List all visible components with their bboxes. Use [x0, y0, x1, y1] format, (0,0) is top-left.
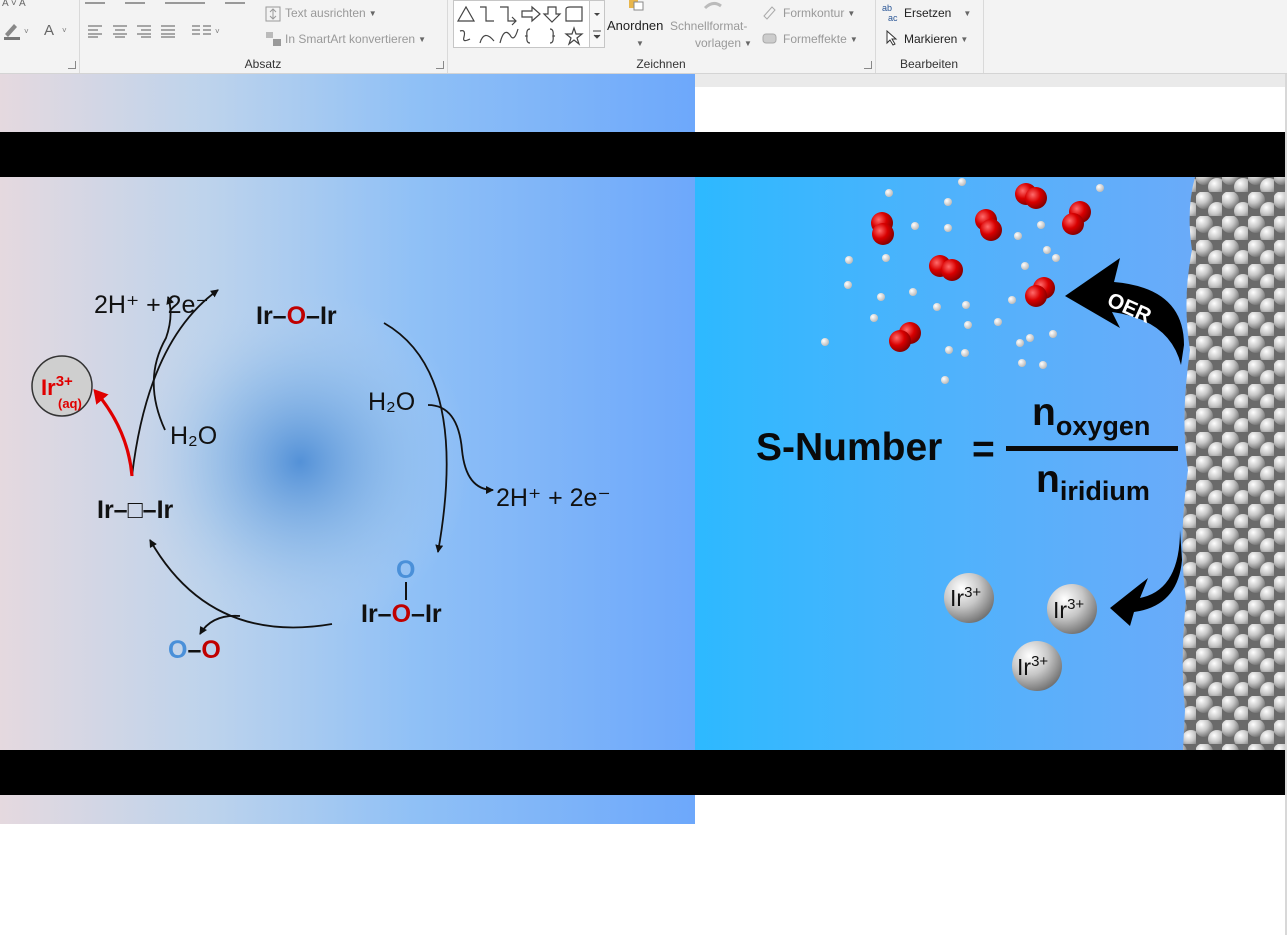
paragraph-group-label: Absatz — [244, 57, 282, 71]
drawing-group-label: Zeichnen — [636, 57, 686, 71]
quickstyles-label-1[interactable]: Schnellformat- — [670, 19, 747, 33]
editing-group: ab ac Ersetzen ▼ Markieren ▼ Bearbeiten — [875, 0, 984, 73]
columns-icon[interactable]: ˅ — [191, 24, 223, 38]
ir-o-ir-bottom-left: Ir– — [361, 600, 392, 628]
justify-icon[interactable] — [160, 24, 176, 38]
replace-label[interactable]: Ersetzen — [904, 6, 951, 20]
ir-aq-sub: (aq) — [58, 396, 82, 411]
water-left: H₂O — [170, 422, 217, 450]
ion-1-charge: 3+ — [964, 584, 981, 601]
paragraph-dialog-launcher[interactable] — [436, 61, 444, 69]
formula-equals: = — [972, 428, 995, 471]
peroxo-o: O — [396, 556, 415, 584]
align-center-icon[interactable] — [112, 24, 128, 38]
font-color-icon[interactable]: A ˅ — [42, 20, 72, 40]
svg-text:˅: ˅ — [215, 27, 220, 36]
text-align-label[interactable]: Text ausrichten — [285, 6, 366, 20]
letterbox-top — [0, 132, 1287, 177]
formula-num-sub: oxygen — [1056, 411, 1151, 441]
replace-icon[interactable]: abac — [882, 3, 902, 23]
oxygen-dash: – — [187, 636, 201, 664]
oxygen-o1: O — [168, 636, 187, 664]
svg-text:˅: ˅ — [24, 27, 29, 36]
replace-icon-text-1: ab — [882, 3, 892, 13]
formula-den-sub: iridium — [1060, 476, 1150, 506]
highlight-icon[interactable]: ˅ — [2, 20, 34, 40]
shapes-gallery[interactable] — [453, 0, 605, 48]
svg-text:˅: ˅ — [62, 26, 67, 35]
shapes-icons — [456, 5, 584, 46]
smartart-label[interactable]: In SmartArt konvertieren — [285, 32, 415, 46]
ion-2-charge: 3+ — [1067, 596, 1084, 613]
drawing-group: Anordnen ▼ Schnellformat- vorlagen ▼ Form… — [447, 0, 876, 73]
products-top: 2H⁺ + 2e⁻ — [94, 291, 209, 319]
gallery-scroll[interactable] — [589, 1, 604, 47]
oxygen-molecule: O–O — [168, 636, 221, 664]
vacancy-label: Ir–□–Ir — [97, 496, 174, 524]
ion-1-main: Ir — [950, 585, 964, 611]
select-label[interactable]: Markieren — [904, 32, 957, 46]
formula-num-n: n — [1032, 391, 1056, 434]
align-left-icon[interactable] — [87, 24, 103, 38]
ir-aq-main: Ir — [41, 375, 56, 400]
ir-aq-charge: 3+ — [56, 373, 73, 390]
ir-o-ir-bottom-o: O — [392, 600, 411, 628]
drawing-dialog-launcher[interactable] — [864, 61, 872, 69]
arrange-icon[interactable] — [625, 0, 647, 12]
ir-o-ir-bottom: Ir–O–Ir — [361, 600, 442, 628]
shape-effects-icon[interactable] — [761, 30, 779, 46]
replace-icon-text-2: ac — [888, 13, 898, 23]
ir-o-ir-bottom-right: –Ir — [411, 600, 442, 628]
fraction-bar — [1006, 446, 1178, 451]
select-cursor-icon[interactable] — [885, 30, 899, 46]
formula-lhs: S-Number — [756, 426, 942, 469]
ion-3-charge: 3+ — [1031, 653, 1048, 670]
font-size-icon[interactable]: A ˅ A — [2, 0, 42, 8]
text-direction-icon[interactable] — [264, 5, 284, 23]
arrange-caret[interactable]: ▼ — [633, 36, 644, 50]
ir-o-ir-top: Ir–O–Ir — [256, 302, 337, 330]
shape-outline-icon[interactable] — [761, 4, 779, 20]
water-right: H₂O — [368, 388, 415, 416]
letterbox-bottom — [0, 750, 1287, 795]
bullets-icon[interactable] — [85, 0, 245, 8]
quickstyles-label-2[interactable]: vorlagen — [695, 36, 741, 50]
ir-o-ir-top-o: O — [287, 302, 306, 330]
font-group: A ˅ A ˅ A ˅ — [0, 0, 80, 73]
font-dialog-launcher[interactable] — [68, 61, 76, 69]
iridium-surface — [1182, 177, 1287, 750]
svg-text:A ˅ A: A ˅ A — [2, 0, 26, 8]
shape-outline-label[interactable]: Formkontur — [783, 6, 844, 20]
products-right: 2H⁺ + 2e⁻ — [496, 484, 611, 512]
quickstyles-icon[interactable] — [701, 0, 725, 10]
ribbon: A ˅ A ˅ A ˅ ˅ Text ausrichten ▼ In SmartAr… — [0, 0, 1287, 74]
formula-den-n: n — [1036, 458, 1060, 501]
oxygen-o2: O — [201, 636, 220, 664]
ir-o-ir-top-right: –Ir — [306, 302, 337, 330]
arrange-label[interactable]: Anordnen — [607, 18, 663, 33]
ion-2-main: Ir — [1053, 597, 1067, 623]
ion-3-main: Ir — [1017, 654, 1031, 680]
align-right-icon[interactable] — [136, 24, 152, 38]
svg-text:A: A — [44, 22, 54, 39]
slide-image[interactable]: 2H⁺ + 2e⁻ Ir–O–Ir H₂O 2H⁺ + 2e⁻ O Ir–O–I… — [0, 74, 1287, 824]
editing-group-label: Bearbeiten — [899, 57, 959, 71]
ir-o-ir-top-left: Ir– — [256, 302, 287, 330]
paragraph-group: ˅ Text ausrichten ▼ In SmartArt konvertie… — [79, 0, 448, 73]
smartart-icon[interactable] — [264, 30, 284, 48]
shape-effects-label[interactable]: Formeffekte — [783, 32, 847, 46]
